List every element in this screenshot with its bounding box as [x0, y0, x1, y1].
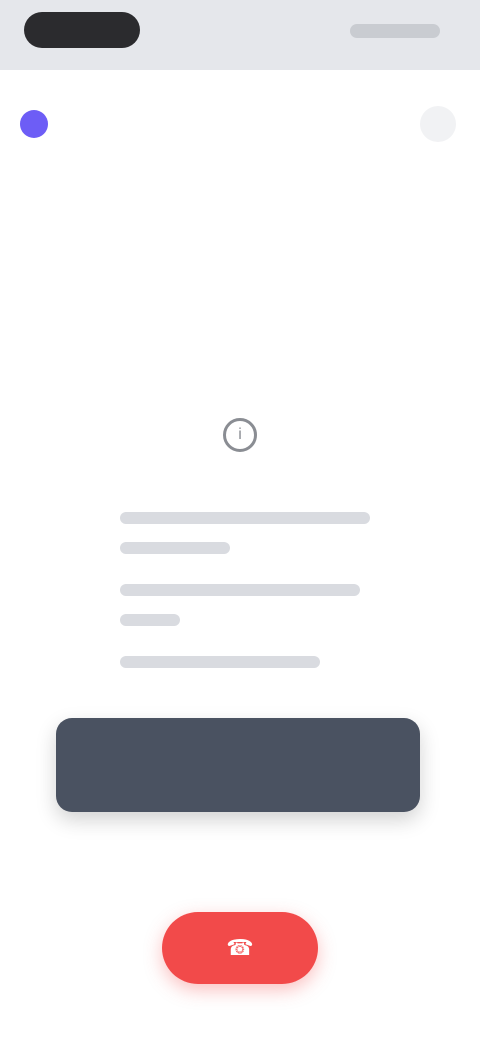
body-line	[120, 614, 180, 626]
status-time-pill	[24, 12, 140, 48]
info-icon: i	[223, 418, 257, 452]
brand-logo-icon	[20, 110, 48, 138]
status-icons	[350, 24, 440, 38]
status-bar	[0, 0, 480, 70]
brand-name	[60, 113, 210, 133]
secondary-link[interactable]	[170, 848, 310, 868]
body-line	[120, 542, 230, 554]
body-text	[120, 512, 370, 686]
body-line	[120, 584, 360, 596]
page-title	[150, 478, 330, 500]
body-line	[120, 512, 370, 524]
menu-icon[interactable]	[420, 106, 456, 142]
end-call-button[interactable]: ☎	[162, 912, 318, 984]
phone-hangup-icon: ☎	[226, 935, 254, 961]
app-header	[0, 70, 480, 170]
body-line	[120, 656, 320, 668]
primary-action-button[interactable]	[56, 718, 420, 812]
